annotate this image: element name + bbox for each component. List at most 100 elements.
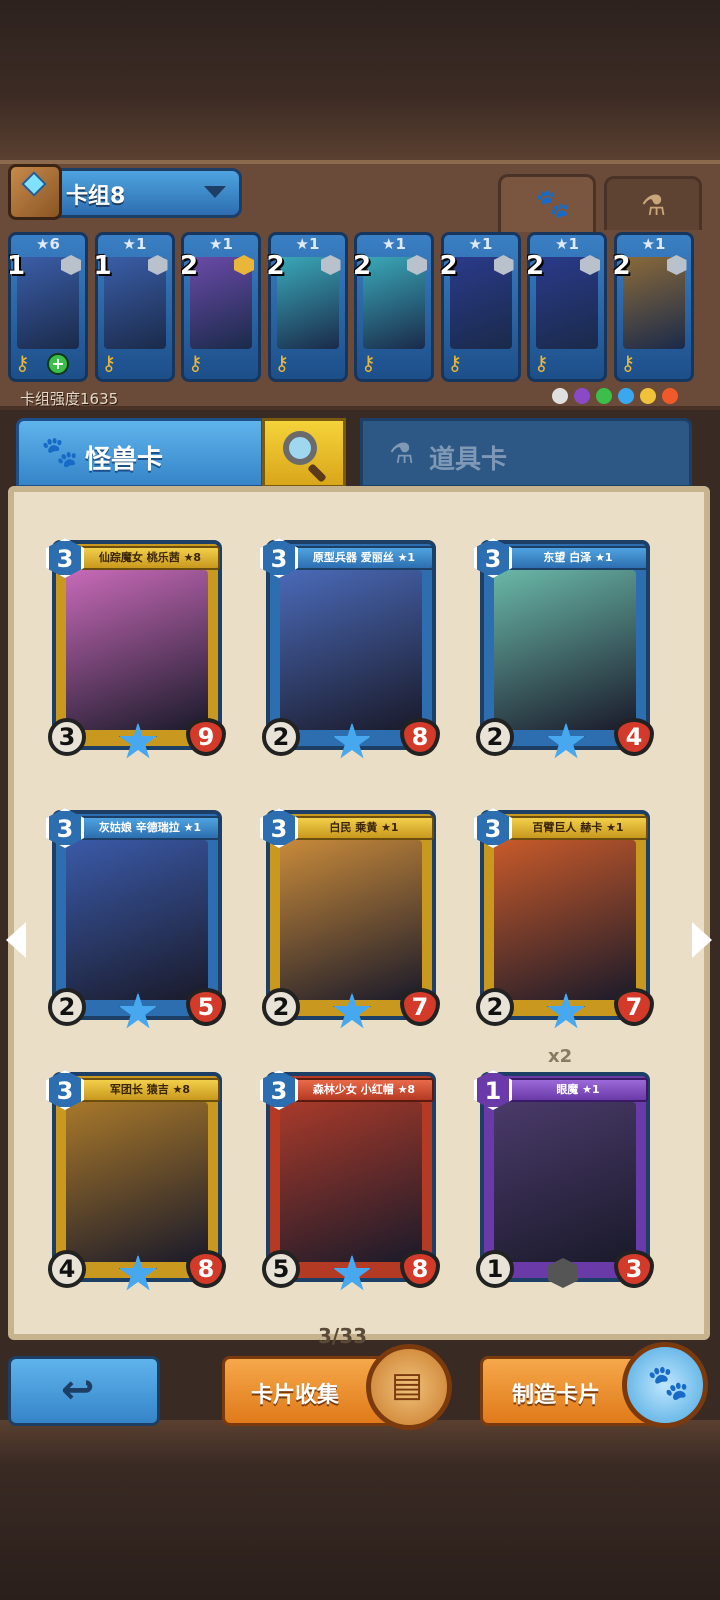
flask-icon: ⚗	[389, 437, 415, 470]
monster-card-4[interactable]: 灰姑娘 辛德瑞拉 ★1 3 2 5	[46, 808, 226, 1040]
element-icon-2	[574, 388, 590, 404]
search-button[interactable]	[262, 418, 346, 488]
deck-card-6[interactable]: ★1 2 ⚷	[439, 232, 521, 382]
card-title: 仙踪魔女 桃乐茜 ★8	[80, 546, 220, 570]
deck-card-1[interactable]: ★6 1 ⚷ +	[7, 232, 88, 382]
prev-page-arrow-icon[interactable]	[6, 922, 26, 958]
card-art	[66, 840, 208, 1000]
card-art	[66, 570, 208, 730]
card-title: 灰姑娘 辛德瑞拉 ★1	[80, 816, 220, 840]
back-arrow-icon: ↩	[61, 1367, 95, 1413]
card-health: 9	[186, 718, 226, 756]
craft-card-label: 制造卡片	[511, 1383, 600, 1408]
card-title: 白民 乘黄 ★1	[294, 816, 434, 840]
deck-card-3[interactable]: ★1 2 ⚷	[180, 232, 261, 382]
monster-card-6[interactable]: 百臂巨人 赫卡 ★1 3 2 7	[474, 808, 654, 1040]
deck-card-cost: 1	[93, 251, 112, 281]
key-icon: ⚷	[534, 351, 549, 375]
card-title: 军团长 猿吉 ★8	[80, 1078, 220, 1102]
card-health: 7	[400, 988, 440, 1026]
bottom-background	[0, 1420, 720, 1600]
card-art	[494, 1102, 636, 1262]
next-page-arrow-icon[interactable]	[692, 922, 712, 958]
deck-card-2[interactable]: ★1 1 ⚷	[93, 232, 175, 382]
add-icon[interactable]: +	[47, 353, 69, 375]
card-attack: 5	[262, 1250, 300, 1288]
tab-item-cards[interactable]: ⚗ 道具卡	[360, 418, 692, 488]
key-icon: ⚷	[15, 351, 30, 375]
card-title: 原型兵器 爱丽丝 ★1	[294, 546, 434, 570]
deck-card-cost: 2	[439, 251, 458, 281]
back-button[interactable]: ↩	[8, 1356, 160, 1426]
card-attack: 2	[476, 988, 514, 1026]
deck-card-cost: 2	[612, 251, 631, 281]
monster-card-7[interactable]: 军团长 猿吉 ★8 3 4 8	[46, 1070, 226, 1302]
deck-power: 卡组强度1635	[20, 390, 119, 408]
card-attack: 4	[48, 1250, 86, 1288]
card-title: 百臂巨人 赫卡 ★1	[508, 816, 648, 840]
card-health: 5	[186, 988, 226, 1026]
key-icon: ⚷	[274, 351, 290, 375]
chevron-down-icon[interactable]	[204, 186, 226, 198]
deck-name: 卡组8	[66, 184, 126, 209]
tab-item-deck[interactable]: ⚗	[604, 176, 702, 230]
flask-icon: ⚗	[641, 189, 667, 222]
deck-card-7[interactable]: ★1 2 ⚷	[526, 232, 607, 382]
monster-card-3[interactable]: 东望 白泽 ★1 3 2 4	[474, 538, 654, 770]
card-health: 8	[186, 1250, 226, 1288]
deck-card-5[interactable]: ★1 2 ⚷	[353, 232, 434, 382]
paw-icon: 🐾	[41, 435, 79, 470]
key-icon: ⚷	[188, 351, 203, 375]
card-health: 3	[614, 1250, 654, 1288]
paw-jar-icon: 🐾	[647, 1363, 690, 1403]
top-background	[0, 0, 720, 160]
deck-book-icon	[8, 164, 62, 220]
monster-card-1[interactable]: 仙踪魔女 桃乐茜 ★8 3 3 9	[46, 538, 226, 770]
card-art	[280, 1102, 422, 1262]
deck-card-cost: 2	[180, 251, 199, 281]
card-title: 森林少女 小红帽 ★8	[294, 1078, 434, 1102]
craft-card-icon[interactable]: 🐾	[622, 1342, 708, 1428]
key-icon: ⚷	[447, 351, 463, 375]
monster-card-9[interactable]: 眼魔 ★1 1 1 3 x2	[474, 1046, 654, 1302]
card-attack: 2	[48, 988, 86, 1026]
element-icon-5	[640, 388, 656, 404]
search-icon	[283, 431, 317, 465]
deck-card-cost: 2	[526, 251, 545, 281]
deck-gem-icon	[21, 171, 47, 197]
key-icon: ⚷	[361, 351, 376, 375]
card-art	[66, 1102, 208, 1262]
tab-monster-label: 怪兽卡	[85, 445, 164, 475]
deck-card-4[interactable]: ★1 2 ⚷	[266, 232, 348, 382]
card-health: 8	[400, 1250, 440, 1288]
card-art	[494, 570, 636, 730]
card-attack: 1	[476, 1250, 514, 1288]
monster-card-2[interactable]: 原型兵器 爱丽丝 ★1 3 2 8	[260, 538, 440, 770]
card-health: 4	[614, 718, 654, 756]
card-attack: 2	[262, 988, 300, 1026]
tab-item-label: 道具卡	[429, 445, 508, 475]
deck-card-cost: 2	[266, 251, 285, 281]
paw-icon: 🐾	[535, 187, 570, 220]
key-icon: ⚷	[101, 351, 117, 375]
card-collection-label: 卡片收集	[250, 1383, 339, 1408]
deck-card-cost: 1	[7, 251, 26, 281]
monster-card-5[interactable]: 白民 乘黄 ★1 3 2 7	[260, 808, 440, 1040]
card-copies: x2	[548, 1046, 573, 1067]
card-attack: 2	[262, 718, 300, 756]
deck-card-cost: 2	[353, 251, 372, 281]
card-art	[280, 570, 422, 730]
page-counter: 3/33	[318, 1324, 368, 1348]
element-icon-1	[552, 388, 568, 404]
element-icon-6	[662, 388, 678, 404]
card-art	[494, 840, 636, 1000]
card-attack: 2	[476, 718, 514, 756]
card-collection-icon[interactable]: ▤	[366, 1344, 452, 1430]
card-health: 8	[400, 718, 440, 756]
monster-card-8[interactable]: 森林少女 小红帽 ★8 3 5 8	[260, 1070, 440, 1302]
tab-monster-cards[interactable]: 🐾 怪兽卡	[16, 418, 264, 488]
deck-card-8[interactable]: ★1 2 ⚷	[612, 232, 694, 382]
card-title: 东望 白泽 ★1	[508, 546, 648, 570]
key-icon: ⚷	[620, 351, 636, 375]
tab-monster-deck[interactable]: 🐾	[498, 174, 596, 232]
